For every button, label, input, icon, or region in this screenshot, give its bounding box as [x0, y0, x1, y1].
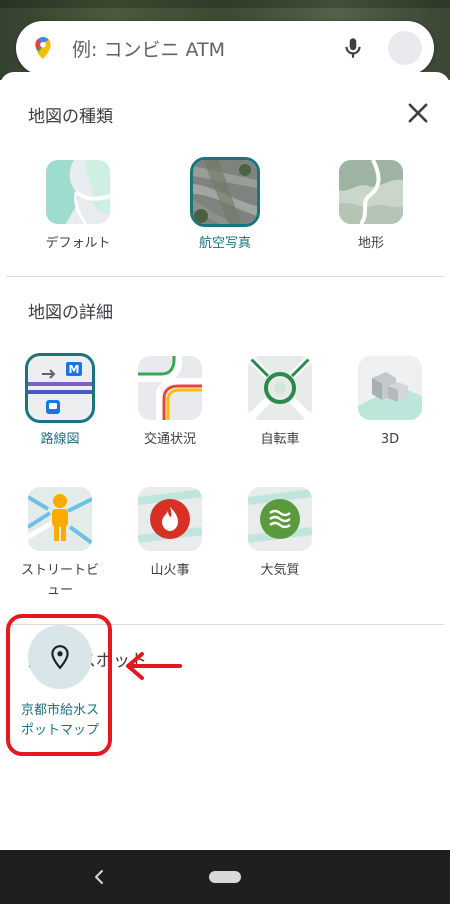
google-maps-icon	[35, 37, 51, 59]
account-avatar[interactable]	[388, 31, 422, 65]
detail-label: 自転車	[260, 432, 300, 447]
highlight-box	[6, 614, 112, 756]
pointer-arrow-icon	[126, 652, 182, 680]
detail-wildfire[interactable]: 山火事	[110, 487, 230, 581]
detail-label: ストリートビ ュー	[20, 563, 99, 598]
air-quality-thumbnail	[248, 487, 312, 551]
bicycling-thumbnail	[248, 356, 312, 420]
detail-air-quality[interactable]: 大気質	[220, 487, 340, 581]
map-type-label: デフォルト	[45, 236, 111, 251]
street-view-thumbnail	[28, 487, 92, 551]
back-icon[interactable]	[90, 866, 108, 888]
satellite-map-thumbnail	[190, 157, 260, 227]
detail-3d[interactable]: 3D	[330, 356, 450, 450]
microphone-icon[interactable]	[340, 35, 366, 61]
map-type-label: 地形	[357, 236, 384, 251]
home-button[interactable]	[209, 871, 241, 883]
3d-thumbnail	[358, 356, 422, 420]
section-title-map-details: 地図の詳細	[28, 303, 113, 323]
divider	[6, 276, 444, 277]
wildfire-thumbnail	[138, 487, 202, 551]
section-title-map-type: 地図の種類	[28, 107, 113, 127]
detail-bicycling[interactable]: 自転車	[220, 356, 340, 450]
map-type-default[interactable]: デフォルト	[18, 160, 138, 254]
svg-text:M: M	[69, 363, 80, 376]
detail-label: 路線図	[40, 432, 80, 447]
detail-transit[interactable]: M 路線図	[0, 353, 120, 450]
default-map-thumbnail	[46, 160, 110, 224]
traffic-thumbnail	[138, 356, 202, 420]
detail-street-view[interactable]: ストリートビ ュー	[0, 487, 120, 601]
search-input[interactable]: 例: コンビニ ATM	[72, 35, 340, 62]
detail-label: 山火事	[150, 563, 190, 578]
map-type-terrain[interactable]: 地形	[311, 160, 431, 254]
map-type-satellite[interactable]: 航空写真	[165, 157, 285, 254]
map-type-label: 航空写真	[198, 236, 251, 251]
search-bar[interactable]: 例: コンビニ ATM	[16, 21, 434, 75]
transit-thumbnail: M	[25, 353, 95, 423]
detail-label: 3D	[380, 432, 400, 447]
status-bar	[0, 0, 450, 8]
detail-traffic[interactable]: 交通状況	[110, 356, 230, 450]
system-nav-bar	[0, 850, 450, 904]
detail-label: 交通状況	[143, 432, 196, 447]
terrain-map-thumbnail	[339, 160, 403, 224]
detail-label: 大気質	[260, 563, 300, 578]
close-icon[interactable]	[404, 99, 432, 127]
